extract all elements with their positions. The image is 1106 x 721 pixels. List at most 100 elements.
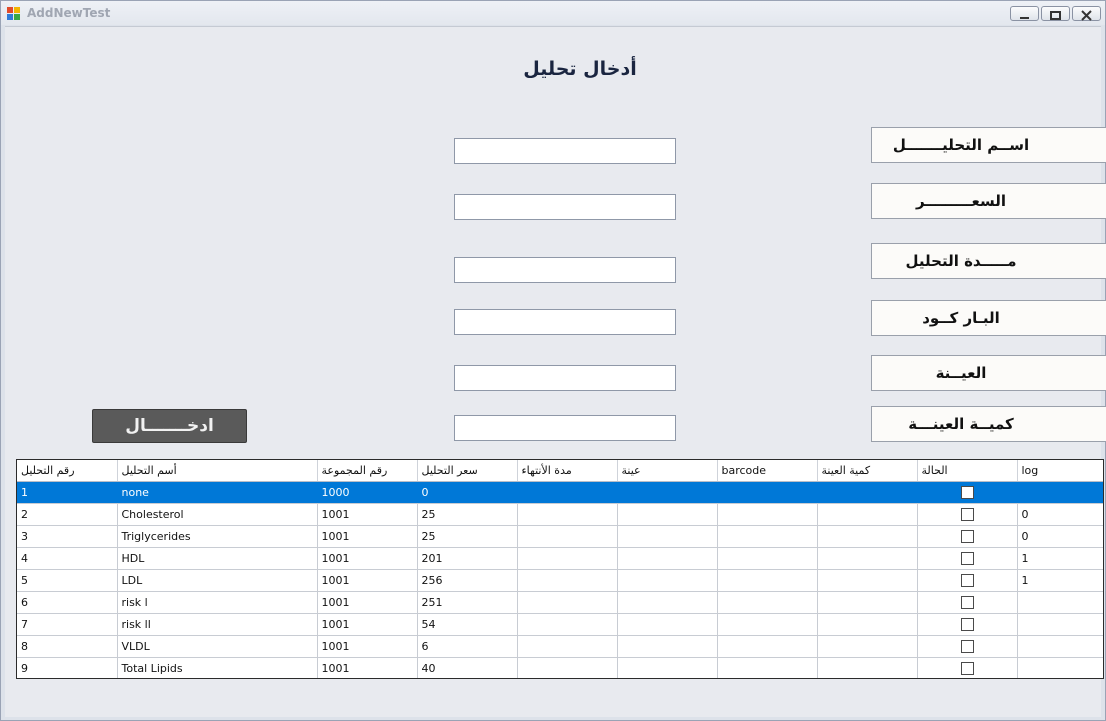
table-cell-end[interactable] xyxy=(517,613,618,636)
table-cell-sample[interactable] xyxy=(617,481,718,504)
status-checkbox[interactable] xyxy=(960,640,974,654)
status-checkbox[interactable] xyxy=(960,596,974,610)
table-cell-sample[interactable] xyxy=(617,503,718,526)
table-cell-group[interactable]: 1001 xyxy=(317,569,418,592)
table-cell-id[interactable]: 2 xyxy=(17,503,118,526)
table-cell-end[interactable] xyxy=(517,657,618,678)
barcode-input[interactable] xyxy=(454,309,676,335)
table-cell-barcode[interactable] xyxy=(717,657,818,678)
table-cell-price[interactable]: 40 xyxy=(417,657,518,678)
table-cell-log[interactable] xyxy=(1017,657,1103,678)
table-cell-log[interactable] xyxy=(1017,635,1103,658)
table-cell-end[interactable] xyxy=(517,591,618,614)
table-row[interactable]: 4 HDL 1001 201 1 xyxy=(17,547,1103,570)
table-cell-qty[interactable] xyxy=(817,525,918,548)
table-cell-group[interactable]: 1001 xyxy=(317,547,418,570)
table-cell-qty[interactable] xyxy=(817,481,918,504)
table-cell-end[interactable] xyxy=(517,503,618,526)
table-cell-price[interactable]: 201 xyxy=(417,547,518,570)
column-header[interactable]: barcode xyxy=(717,460,818,482)
table-cell-log[interactable] xyxy=(1017,591,1103,614)
table-cell-name[interactable]: risk l xyxy=(117,591,318,614)
table-cell-id[interactable]: 4 xyxy=(17,547,118,570)
maximize-button[interactable] xyxy=(1041,6,1070,21)
minimize-button[interactable] xyxy=(1010,6,1039,21)
column-header[interactable]: رقم التحليل xyxy=(17,460,118,482)
table-cell-group[interactable]: 1001 xyxy=(317,635,418,658)
tests-grid[interactable]: رقم التحليل أسم التحليل رقم المجموعة سعر… xyxy=(16,459,1104,679)
table-cell-name[interactable]: Total Lipids xyxy=(117,657,318,678)
table-cell-id[interactable]: 1 xyxy=(17,481,118,504)
table-cell-group[interactable]: 1001 xyxy=(317,657,418,678)
table-cell-barcode[interactable] xyxy=(717,481,818,504)
table-cell-sample[interactable] xyxy=(617,635,718,658)
table-cell-price[interactable]: 251 xyxy=(417,591,518,614)
duration-input[interactable] xyxy=(454,257,676,283)
status-checkbox[interactable] xyxy=(960,552,974,566)
table-row[interactable]: 1 none 1000 0 xyxy=(17,481,1103,504)
table-cell-id[interactable]: 6 xyxy=(17,591,118,614)
table-cell-price[interactable]: 25 xyxy=(417,525,518,548)
table-cell-group[interactable]: 1001 xyxy=(317,613,418,636)
table-cell-barcode[interactable] xyxy=(717,569,818,592)
column-header[interactable]: مدة الأنتهاء xyxy=(517,460,618,482)
column-header[interactable]: أسم التحليل xyxy=(117,460,318,482)
table-cell-end[interactable] xyxy=(517,525,618,548)
table-cell-end[interactable] xyxy=(517,569,618,592)
column-header[interactable]: كمية العينة xyxy=(817,460,918,482)
status-checkbox[interactable] xyxy=(960,662,974,676)
table-cell-log[interactable]: 1 xyxy=(1017,569,1103,592)
table-cell-name[interactable]: none xyxy=(117,481,318,504)
status-checkbox[interactable] xyxy=(960,486,974,500)
column-header[interactable]: الحالة xyxy=(917,460,1018,482)
table-cell-price[interactable]: 256 xyxy=(417,569,518,592)
table-cell-log[interactable] xyxy=(1017,613,1103,636)
table-row[interactable]: 9 Total Lipids 1001 40 xyxy=(17,657,1103,678)
table-cell-id[interactable]: 7 xyxy=(17,613,118,636)
status-checkbox[interactable] xyxy=(960,574,974,588)
sample-qty-input[interactable] xyxy=(454,415,676,441)
table-row[interactable]: 8 VLDL 1001 6 xyxy=(17,635,1103,658)
table-cell-sample[interactable] xyxy=(617,569,718,592)
table-row[interactable]: 2 Cholesterol 1001 25 0 xyxy=(17,503,1103,526)
table-row[interactable]: 3 Triglycerides 1001 25 0 xyxy=(17,525,1103,548)
table-cell-name[interactable]: risk ll xyxy=(117,613,318,636)
table-cell-barcode[interactable] xyxy=(717,547,818,570)
table-cell-sample[interactable] xyxy=(617,657,718,678)
table-cell-qty[interactable] xyxy=(817,635,918,658)
table-cell-name[interactable]: Cholesterol xyxy=(117,503,318,526)
table-cell-barcode[interactable] xyxy=(717,503,818,526)
table-cell-price[interactable]: 6 xyxy=(417,635,518,658)
table-cell-barcode[interactable] xyxy=(717,525,818,548)
table-cell-qty[interactable] xyxy=(817,569,918,592)
table-cell-id[interactable]: 5 xyxy=(17,569,118,592)
table-cell-sample[interactable] xyxy=(617,613,718,636)
table-cell-name[interactable]: VLDL xyxy=(117,635,318,658)
table-row[interactable]: 7 risk ll 1001 54 xyxy=(17,613,1103,636)
table-cell-group[interactable]: 1001 xyxy=(317,503,418,526)
status-checkbox[interactable] xyxy=(960,508,974,522)
table-cell-qty[interactable] xyxy=(817,591,918,614)
table-cell-end[interactable] xyxy=(517,547,618,570)
table-cell-barcode[interactable] xyxy=(717,635,818,658)
table-cell-log[interactable]: 0 xyxy=(1017,503,1103,526)
table-cell-price[interactable]: 54 xyxy=(417,613,518,636)
sample-input[interactable] xyxy=(454,365,676,391)
table-cell-sample[interactable] xyxy=(617,547,718,570)
table-cell-name[interactable]: LDL xyxy=(117,569,318,592)
table-cell-name[interactable]: Triglycerides xyxy=(117,525,318,548)
table-cell-sample[interactable] xyxy=(617,591,718,614)
table-cell-qty[interactable] xyxy=(817,503,918,526)
table-cell-log[interactable]: 1 xyxy=(1017,547,1103,570)
status-checkbox[interactable] xyxy=(960,530,974,544)
table-row[interactable]: 5 LDL 1001 256 1 xyxy=(17,569,1103,592)
table-row[interactable]: 6 risk l 1001 251 xyxy=(17,591,1103,614)
price-input[interactable] xyxy=(454,194,676,220)
test-name-input[interactable] xyxy=(454,138,676,164)
column-header[interactable]: رقم المجموعة xyxy=(317,460,418,482)
table-cell-group[interactable]: 1001 xyxy=(317,591,418,614)
column-header[interactable]: سعر التحليل xyxy=(417,460,518,482)
table-cell-price[interactable]: 25 xyxy=(417,503,518,526)
table-cell-qty[interactable] xyxy=(817,547,918,570)
column-header[interactable]: عينة xyxy=(617,460,718,482)
